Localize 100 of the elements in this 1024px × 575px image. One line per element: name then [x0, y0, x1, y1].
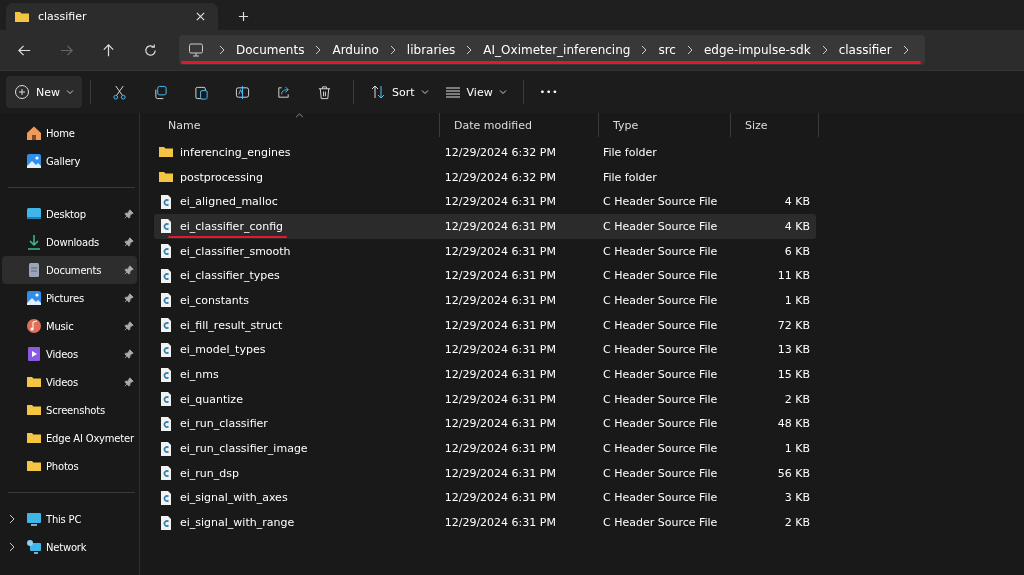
- picture-icon: [26, 290, 42, 306]
- refresh-icon[interactable]: [143, 42, 158, 58]
- breadcrumb-item[interactable]: Arduino: [332, 43, 379, 57]
- sidebar-item[interactable]: Network: [2, 533, 137, 561]
- type-cell: C Header Source File: [602, 516, 718, 530]
- expand-chevron-icon[interactable]: [8, 542, 16, 552]
- sidebar-item[interactable]: This PC: [2, 505, 137, 533]
- new-tab-icon[interactable]: [238, 11, 249, 22]
- breadcrumb-item[interactable]: edge-impulse-sdk: [703, 43, 811, 57]
- expand-chevron-icon[interactable]: [8, 514, 16, 524]
- breadcrumb-item[interactable]: Documents: [236, 43, 305, 57]
- sort-button[interactable]: Sort: [362, 76, 437, 108]
- file-name: ei_nms: [180, 368, 219, 382]
- file-row[interactable]: ei_classifier_config 12/29/2024 6:31 PM C Header Source File 4 KB: [154, 214, 816, 239]
- file-row[interactable]: ei_classifier_smooth 12/29/2024 6:31 PM C Header Source File 6 KB: [154, 238, 816, 264]
- close-icon[interactable]: [195, 11, 206, 22]
- size-cell: 56 KB: [777, 466, 810, 480]
- copy-icon[interactable]: [153, 84, 168, 100]
- c-file-icon: [158, 440, 174, 457]
- date-cell: 12/29/2024 6:31 PM: [444, 343, 556, 357]
- cut-icon[interactable]: [112, 84, 127, 100]
- size-cell: 4 KB: [784, 195, 810, 209]
- sidebar-item[interactable]: Documents: [2, 256, 137, 284]
- sort-caret-icon: [295, 113, 304, 118]
- file-row[interactable]: ei_nms 12/29/2024 6:31 PM C Header Source File 15 KB: [154, 362, 816, 387]
- rename-icon[interactable]: [235, 84, 250, 100]
- file-row[interactable]: ei_classifier_types 12/29/2024 6:31 PM C Header Source File 11 KB: [154, 263, 816, 289]
- date-cell: 12/29/2024 6:31 PM: [444, 195, 556, 209]
- size-cell: 4 KB: [784, 219, 810, 233]
- sidebar-label: Pictures: [46, 292, 85, 304]
- breadcrumb-item[interactable]: src: [658, 43, 676, 57]
- file-row[interactable]: ei_signal_with_axes 12/29/2024 6:31 PM C Header Source File 3 KB: [154, 485, 816, 511]
- sidebar-item[interactable]: Downloads: [2, 228, 137, 256]
- chevron-right-icon[interactable]: [901, 45, 910, 55]
- file-row[interactable]: ei_fill_result_struct 12/29/2024 6:31 PM C Header Source File 72 KB: [154, 312, 816, 338]
- sidebar-label: Screenshots: [46, 404, 106, 416]
- file-row[interactable]: ei_signal_with_range 12/29/2024 6:31 PM C Header Source File 2 KB: [154, 510, 816, 535]
- file-row[interactable]: ei_run_classifier 12/29/2024 6:31 PM C Header Source File 48 KB: [154, 411, 816, 437]
- sidebar-item[interactable]: Videos: [2, 340, 137, 368]
- type-cell: C Header Source File: [602, 293, 718, 307]
- type-cell: C Header Source File: [602, 269, 718, 283]
- file-row[interactable]: ei_quantize 12/29/2024 6:31 PM C Header Source File 2 KB: [154, 386, 816, 412]
- type-cell: C Header Source File: [602, 442, 718, 456]
- file-name: ei_classifier_config: [180, 219, 284, 233]
- sidebar-item[interactable]: Videos: [2, 368, 137, 396]
- type-cell: C Header Source File: [602, 392, 718, 406]
- date-cell: 12/29/2024 6:31 PM: [444, 392, 556, 406]
- chevron-right-icon: [465, 45, 474, 55]
- caret-icon: [420, 88, 429, 96]
- sidebar-label: Videos: [46, 376, 80, 388]
- list-lines-icon: [444, 84, 461, 100]
- up-arrow-icon[interactable]: [101, 42, 116, 58]
- delete-icon[interactable]: [317, 84, 332, 100]
- file-row[interactable]: ei_model_types 12/29/2024 6:31 PM C Header Source File 13 KB: [154, 337, 816, 363]
- breadcrumb-item[interactable]: AI_Oximeter_inferencing: [483, 43, 631, 57]
- sidebar-item[interactable]: Music: [2, 312, 137, 340]
- more-options-button[interactable]: •••: [531, 76, 567, 108]
- view-button[interactable]: View: [436, 76, 515, 108]
- sidebar-item[interactable]: Gallery: [2, 147, 137, 175]
- document-icon: [26, 262, 42, 278]
- sidebar-item[interactable]: Home: [2, 119, 137, 147]
- column-header[interactable]: Size: [731, 113, 819, 137]
- sidebar-item[interactable]: Photos: [2, 452, 137, 480]
- file-row[interactable]: postprocessing 12/29/2024 6:32 PM File folder: [154, 164, 816, 190]
- c-file-icon: [158, 366, 174, 383]
- address-bar[interactable]: Documents Arduino libraries AI_Oximeter_inferencing src edge-impulse-sdk classifier: [179, 35, 925, 65]
- type-cell: C Header Source File: [602, 318, 718, 332]
- share-icon[interactable]: [276, 84, 291, 100]
- file-row[interactable]: inferencing_engines 12/29/2024 6:32 PM File folder: [154, 140, 816, 165]
- size-cell: 72 KB: [777, 318, 810, 332]
- chevron-right-icon: [640, 45, 649, 55]
- file-name: ei_aligned_malloc: [180, 195, 278, 209]
- sidebar-item[interactable]: Pictures: [2, 284, 137, 312]
- file-name: ei_model_types: [180, 343, 266, 357]
- file-row[interactable]: ei_aligned_malloc 12/29/2024 6:31 PM C Header Source File 4 KB: [154, 189, 816, 215]
- sidebar-item[interactable]: Edge AI Oxymeter: [2, 424, 137, 452]
- column-header[interactable]: Date modified: [440, 113, 599, 137]
- file-row[interactable]: ei_run_dsp 12/29/2024 6:31 PM C Header Source File 56 KB: [154, 460, 816, 486]
- size-cell: 15 KB: [777, 368, 810, 382]
- sidebar-label: Network: [46, 541, 88, 553]
- new-button[interactable]: New: [6, 76, 82, 108]
- paste-icon[interactable]: [194, 84, 209, 100]
- c-file-icon: [158, 489, 174, 506]
- column-header[interactable]: Name: [154, 113, 440, 137]
- sidebar-item[interactable]: Screenshots: [2, 396, 137, 424]
- network-icon: [26, 539, 42, 555]
- file-name: ei_run_dsp: [180, 466, 239, 480]
- size-cell: 1 KB: [784, 442, 810, 456]
- file-name: ei_run_classifier: [180, 417, 268, 431]
- file-name: ei_signal_with_axes: [180, 491, 288, 505]
- window-tab[interactable]: classifier: [6, 3, 218, 30]
- breadcrumb-item[interactable]: classifier: [838, 43, 892, 57]
- sidebar-item[interactable]: Desktop: [2, 200, 137, 228]
- breadcrumb-item[interactable]: libraries: [406, 43, 456, 57]
- column-header[interactable]: Type: [599, 113, 731, 137]
- size-cell: 13 KB: [777, 343, 810, 357]
- type-cell: File folder: [602, 170, 657, 184]
- file-row[interactable]: ei_constants 12/29/2024 6:31 PM C Header Source File 1 KB: [154, 288, 816, 313]
- c-file-icon: [158, 465, 174, 482]
- file-row[interactable]: ei_run_classifier_image 12/29/2024 6:31 PM C Header Source File 1 KB: [154, 436, 816, 461]
